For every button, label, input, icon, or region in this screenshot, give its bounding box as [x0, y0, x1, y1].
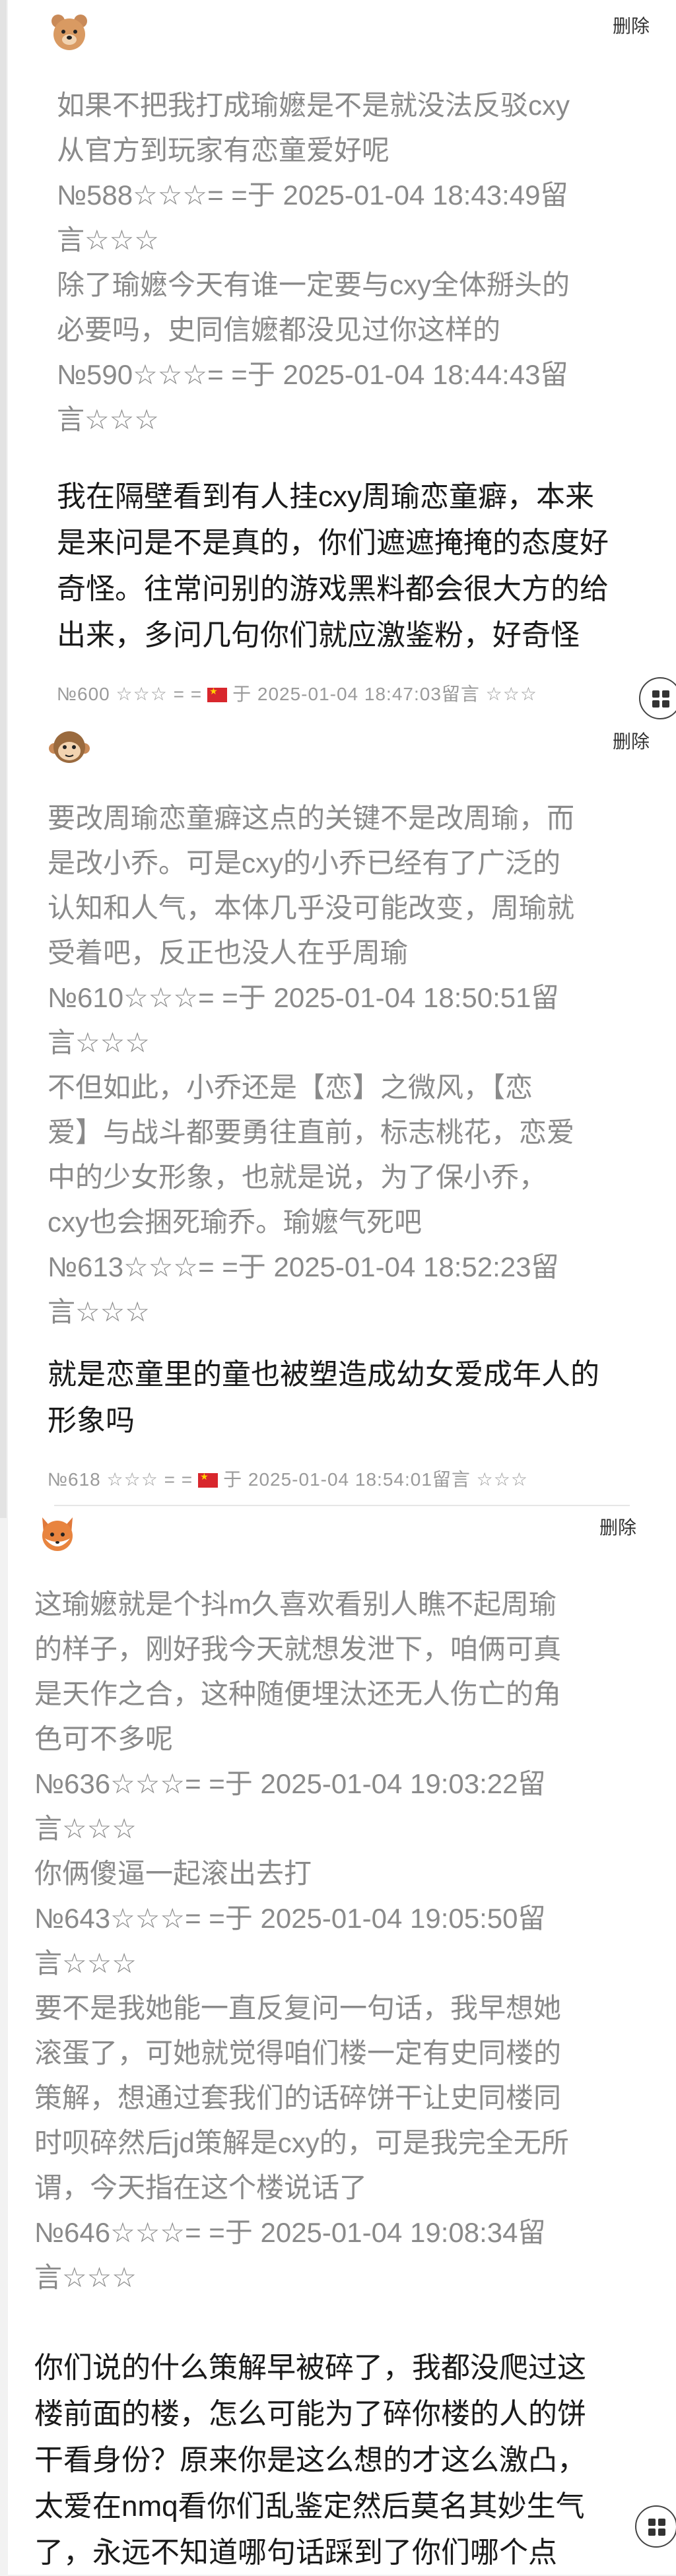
post-card: 删除 如果不把我打成瑜嬷是不是就没法反驳cxy 从官方到玩家有恋童爱好呢 №58… — [8, 0, 676, 726]
post-timestamp: 于 2025-01-04 18:54:01留言 ☆☆☆ — [223, 1469, 528, 1490]
post-meta: №600 ☆☆☆ = = 于 2025-01-04 18:47:03留言 ☆☆☆ — [57, 680, 537, 706]
post-number: №600 ☆☆☆ = = — [57, 684, 203, 704]
quoted-replies: 要改周瑜恋童癖这点的关键不是改周瑜，而 是改小乔。可是cxy的小乔已经有了广泛的… — [48, 803, 575, 1327]
fox-avatar[interactable] — [37, 1513, 78, 1554]
post-meta: №618 ☆☆☆ = = 于 2025-01-04 18:54:01留言 ☆☆☆ — [48, 1465, 528, 1492]
left-edge — [0, 0, 7, 1518]
post-body: 我在隔壁看到有人挂cxy周瑜恋童癖，本来 是来问是不是真的，你们遮遮掩掩的态度好… — [57, 480, 609, 651]
post-body: 你们说的什么策解早被碎了，我都没爬过这 楼前面的楼，怎么可能为了碎你楼的人的饼 … — [34, 2352, 586, 2569]
flag-icon — [198, 1471, 219, 1488]
delete-button[interactable]: 删除 — [613, 727, 650, 754]
post-timestamp: 于 2025-01-04 18:47:03留言 ☆☆☆ — [232, 684, 537, 704]
delete-button[interactable]: 删除 — [599, 1513, 636, 1540]
grid-menu-icon[interactable] — [635, 2505, 676, 2548]
post-body: 就是恋童里的童也被塑造成幼女爱成年人的 形象吗 — [48, 1358, 599, 1437]
divider — [54, 1505, 630, 1506]
bear-avatar[interactable] — [49, 12, 90, 53]
quoted-replies: 这瑜嬷就是个抖m久喜欢看别人瞧不起周瑜 的样子，刚好我今天就想发泄下，咱俩可真 … — [34, 1589, 569, 2293]
delete-button[interactable]: 删除 — [613, 12, 650, 38]
quoted-replies: 如果不把我打成瑜嬷是不是就没法反驳cxy 从官方到玩家有恋童爱好呢 №588☆☆… — [57, 90, 570, 435]
monkey-avatar[interactable] — [49, 727, 90, 768]
flag-icon — [207, 686, 228, 702]
grid-menu-icon[interactable] — [639, 677, 676, 719]
post-card: 删除 要改周瑜恋童癖这点的关键不是改周瑜，而 是改小乔。可是cxy的小乔已经有了… — [8, 726, 676, 1508]
post-card: 删除 这瑜嬷就是个抖m久喜欢看别人瞧不起周瑜 的样子，刚好我今天就想发泄下，咱俩… — [8, 1508, 676, 2575]
post-number: №618 ☆☆☆ = = — [48, 1469, 193, 1490]
